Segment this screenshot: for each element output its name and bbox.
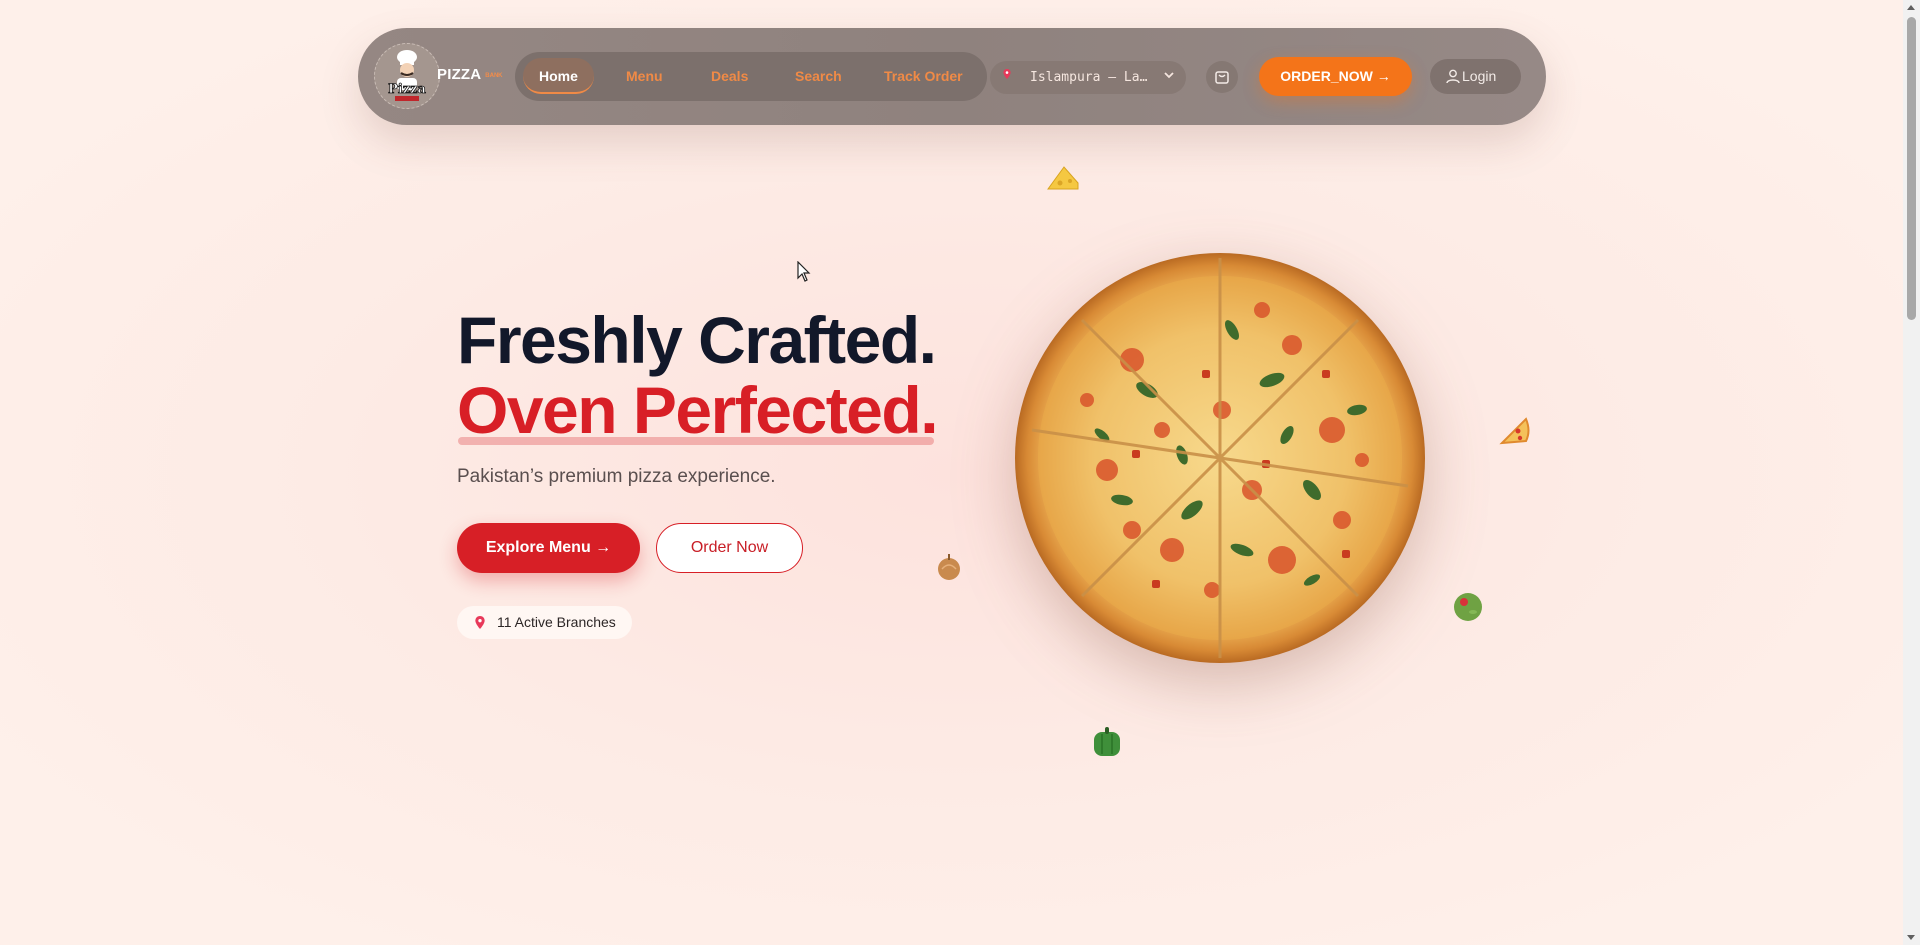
onion-icon [938, 554, 960, 580]
login-label: Login [1462, 68, 1497, 84]
explore-menu-button[interactable]: Explore Menu → [457, 523, 640, 573]
cart-button[interactable] [1206, 61, 1238, 93]
hero-subtitle: Pakistan’s premium pizza experience. [457, 466, 776, 487]
branches-count: 11 Active Branches [497, 614, 616, 630]
map-pin-icon [475, 616, 485, 629]
svg-text:Pizza: Pizza [388, 82, 426, 97]
scroll-up-arrow[interactable] [1907, 5, 1915, 10]
brand-tag: ᴮᴬᴺᴷ [485, 71, 503, 81]
nav-item-track-order[interactable]: Track Order [884, 65, 963, 87]
olive-icon [1454, 593, 1482, 621]
map-pin-icon [1003, 69, 1011, 79]
location-value: Islampura – La… [1030, 70, 1148, 85]
headline-underline [458, 437, 934, 445]
branches-badge: 11 Active Branches [457, 606, 632, 639]
chef-logo-icon: Pizza [388, 50, 427, 101]
user-icon [1446, 69, 1460, 84]
chevron-down-icon [1164, 72, 1174, 79]
shopping-bag-icon [1215, 71, 1229, 84]
scroll-down-arrow[interactable] [1907, 935, 1915, 940]
hero-headline: Freshly Crafted. [457, 303, 937, 377]
brand-logo[interactable]: Pizza [374, 43, 440, 109]
nav-item-menu[interactable]: Menu [626, 65, 663, 87]
mouse-cursor-icon [797, 261, 811, 282]
pizza-slice-icon [1499, 417, 1530, 445]
nav-item-home[interactable]: Home [523, 58, 594, 94]
nav-item-deals[interactable]: Deals [711, 65, 748, 87]
brand-name[interactable]: PIZZA ᴮᴬᴺᴷ [437, 66, 503, 83]
page-scrollbar[interactable] [1903, 0, 1920, 945]
order-now-nav-button[interactable]: ORDER_NOW → [1259, 57, 1412, 96]
bell-pepper-icon [1094, 727, 1120, 756]
top-navbar: Pizza PIZZA ᴮᴬᴺᴷ Home Menu Deals Search T… [358, 28, 1546, 125]
cheese-icon [1047, 166, 1079, 190]
nav-item-search[interactable]: Search [795, 65, 842, 87]
main-nav: Home Menu Deals Search Track Order [515, 52, 987, 101]
pizza-image [1015, 253, 1425, 663]
brand-name-text: PIZZA [437, 66, 482, 83]
order-now-button[interactable]: Order Now [656, 523, 803, 573]
scrollbar-thumb[interactable] [1907, 17, 1916, 320]
login-button[interactable]: Login [1430, 59, 1521, 94]
location-select[interactable]: Islampura – La… [990, 61, 1186, 94]
hero-headline-accent: Oven Perfected. [457, 373, 939, 447]
